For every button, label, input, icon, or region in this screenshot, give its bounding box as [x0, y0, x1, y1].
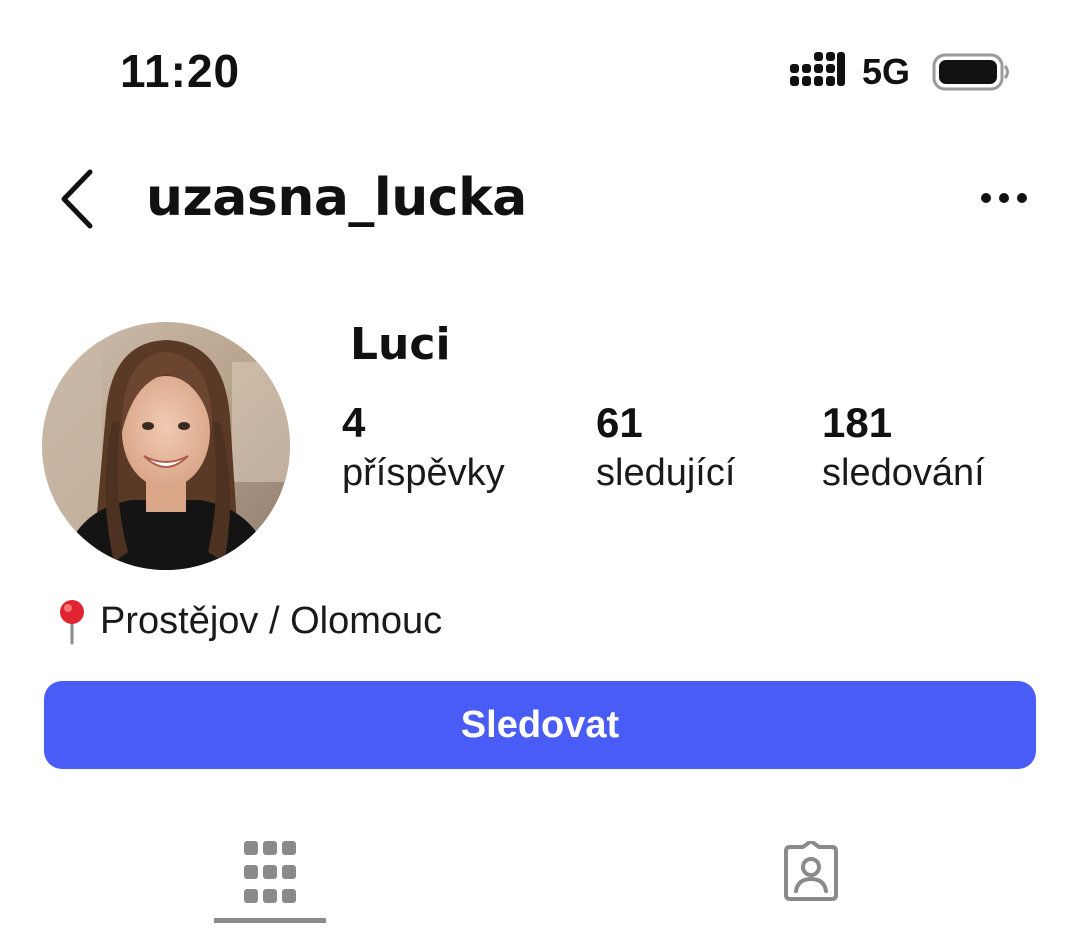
- tagged-person-icon: [784, 841, 838, 901]
- grid-icon: [244, 841, 296, 903]
- stat-label: příspěvky: [342, 452, 505, 494]
- status-time: 11:20: [120, 45, 241, 97]
- network-type-label: 5G: [862, 51, 911, 92]
- profile-username: uzasna_lucka: [146, 168, 527, 228]
- stat-count: 61: [596, 399, 643, 446]
- stat-count: 4: [342, 399, 366, 446]
- battery-icon: [932, 53, 1009, 91]
- active-tab-indicator: [214, 918, 326, 923]
- profile-display-name: Luci: [350, 319, 451, 370]
- following-count-stat[interactable]: 181 sledování: [822, 398, 985, 498]
- chevron-left-icon: [61, 169, 93, 229]
- followers-count-stat[interactable]: 61 sledující: [596, 398, 735, 498]
- more-options-button[interactable]: [972, 178, 1032, 218]
- stat-label: sledující: [596, 452, 736, 494]
- tab-posts-grid[interactable]: [214, 820, 326, 924]
- profile-location: Prostějov / Olomouc: [52, 596, 442, 646]
- profile-photo: [42, 322, 290, 570]
- avatar[interactable]: [42, 322, 290, 570]
- more-horizontal-icon: [981, 193, 1027, 203]
- stat-label: sledování: [822, 452, 985, 494]
- tab-tagged[interactable]: [756, 820, 866, 924]
- stat-count: 181: [822, 399, 893, 446]
- posts-count-stat[interactable]: 4 příspěvky: [342, 398, 505, 498]
- map-pin-icon: [60, 600, 84, 645]
- follow-button[interactable]: Sledovat: [44, 681, 1036, 769]
- location-text: Prostějov / Olomouc: [100, 600, 443, 642]
- cellular-signal-icon: [790, 52, 845, 86]
- back-button[interactable]: [52, 166, 104, 232]
